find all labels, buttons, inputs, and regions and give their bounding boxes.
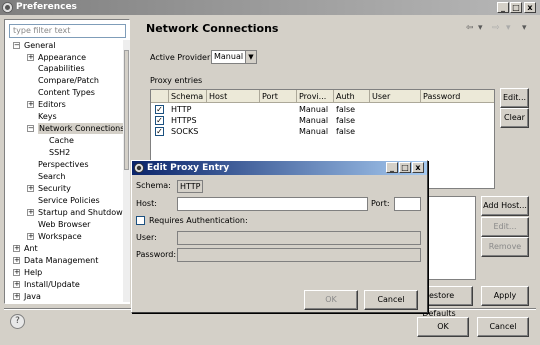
expand-icon[interactable]: +: [13, 293, 20, 300]
tree-item-network-connections[interactable]: − Network Connections: [27, 123, 123, 134]
minimize-button[interactable]: _: [497, 2, 509, 13]
expand-icon[interactable]: +: [27, 185, 34, 192]
column-header[interactable]: User: [370, 90, 421, 103]
dialog-title: Edit Proxy Entry: [147, 163, 230, 173]
user-input[interactable]: [177, 231, 421, 245]
collapse-icon[interactable]: −: [27, 125, 34, 132]
expand-icon[interactable]: +: [13, 257, 20, 264]
collapse-icon[interactable]: −: [13, 42, 20, 49]
active-provider-label: Active Provider:: [150, 53, 213, 62]
dialog-cancel-button[interactable]: Cancel: [364, 290, 418, 310]
column-header[interactable]: Host: [207, 90, 260, 103]
dialog-close-button[interactable]: x: [412, 162, 424, 173]
dialog-maximize-button[interactable]: □: [399, 162, 411, 173]
tree-item-perspectives[interactable]: Perspectives: [38, 159, 89, 170]
view-menu-icon[interactable]: ▾: [522, 23, 527, 33]
back-menu-icon[interactable]: ▾: [478, 23, 483, 33]
column-header[interactable]: Port: [260, 90, 297, 103]
row-checkbox[interactable]: ✓: [155, 116, 164, 125]
remove-host-button[interactable]: Remove: [481, 237, 529, 257]
add-host-button[interactable]: Add Host...: [481, 196, 529, 216]
forward-menu-icon[interactable]: ▾: [506, 23, 511, 33]
requires-auth-checkbox[interactable]: [136, 216, 145, 225]
forward-arrow-icon[interactable]: ⇨: [492, 23, 500, 33]
tree-item-keys[interactable]: Keys: [38, 111, 57, 122]
active-provider-select[interactable]: Manual ▼: [211, 50, 257, 64]
preference-tree: − General + Appearance Capabilities Comp…: [5, 40, 123, 302]
tree-item-search[interactable]: Search: [38, 171, 65, 182]
tree-item-compare-patch[interactable]: Compare/Patch: [38, 75, 99, 86]
row-checkbox[interactable]: ✓: [155, 105, 164, 114]
help-icon[interactable]: ?: [10, 314, 25, 329]
clear-proxy-button[interactable]: Clear: [500, 108, 529, 128]
window-title: Preferences: [16, 2, 77, 12]
expand-icon[interactable]: +: [27, 101, 34, 108]
host-label: Host:: [136, 199, 157, 208]
maximize-button[interactable]: □: [510, 2, 522, 13]
dialog-ok-button[interactable]: OK: [304, 290, 358, 310]
expand-icon[interactable]: +: [13, 269, 20, 276]
tree-item-service-policies[interactable]: Service Policies: [38, 195, 100, 206]
column-header[interactable]: Schema: [169, 90, 207, 103]
table-header: Schema Host Port Provi... Auth User Pass…: [151, 90, 494, 103]
scrollbar-thumb[interactable]: [124, 50, 129, 170]
edit-proxy-button[interactable]: Edit...: [500, 88, 529, 108]
proxy-bypass-list[interactable]: [428, 196, 476, 280]
host-input[interactable]: [177, 197, 368, 211]
password-label: Password:: [136, 250, 177, 259]
apply-button[interactable]: Apply: [481, 286, 529, 306]
tree-item-cache[interactable]: Cache: [49, 135, 74, 146]
tree-item-web-browser[interactable]: Web Browser: [38, 219, 90, 230]
column-header[interactable]: Password: [421, 90, 494, 103]
user-label: User:: [136, 233, 157, 242]
expand-icon[interactable]: +: [13, 245, 20, 252]
expand-icon[interactable]: +: [13, 281, 20, 288]
page-title: Network Connections: [146, 22, 279, 35]
filter-input[interactable]: type filter text: [9, 24, 126, 38]
table-row[interactable]: ✓ HTTP Manual false: [151, 104, 494, 115]
tree-item-ssh2[interactable]: SSH2: [49, 147, 70, 158]
table-row[interactable]: ✓ HTTPS Manual false: [151, 115, 494, 126]
expand-icon[interactable]: +: [27, 209, 34, 216]
tree-item-capabilities[interactable]: Capabilities: [38, 63, 85, 74]
expand-icon[interactable]: +: [27, 233, 34, 240]
chevron-down-icon: ▼: [245, 51, 256, 63]
proxy-entries-label: Proxy entries: [150, 76, 203, 85]
ok-button[interactable]: OK: [417, 317, 469, 337]
tree-scrollbar[interactable]: [123, 40, 130, 302]
eclipse-icon: [134, 163, 144, 173]
edit-proxy-entry-dialog: Edit Proxy Entry _ □ x Schema: HTTP Host…: [131, 160, 428, 313]
table-row[interactable]: ✓ SOCKS Manual false: [151, 126, 494, 137]
port-label: Port:: [371, 199, 390, 208]
tree-item-content-types[interactable]: Content Types: [38, 87, 95, 98]
preference-tree-panel: type filter text − General + Appearance …: [4, 19, 130, 304]
port-input[interactable]: [394, 197, 421, 211]
row-checkbox[interactable]: ✓: [155, 127, 164, 136]
password-input[interactable]: [177, 248, 421, 262]
column-header[interactable]: [151, 90, 169, 103]
eclipse-icon: [2, 2, 13, 13]
close-button[interactable]: x: [524, 2, 536, 13]
column-header[interactable]: Auth: [334, 90, 370, 103]
cancel-button[interactable]: Cancel: [477, 317, 529, 337]
schema-label: Schema:: [136, 181, 171, 190]
requires-auth-label: Requires Authentication:: [149, 216, 248, 225]
expand-icon[interactable]: +: [27, 54, 34, 61]
back-arrow-icon[interactable]: ⇦: [466, 23, 474, 33]
window-titlebar: Preferences _ □ x: [0, 0, 540, 15]
edit-host-button[interactable]: Edit...: [481, 217, 529, 237]
column-header[interactable]: Provi...: [297, 90, 334, 103]
dialog-minimize-button[interactable]: _: [386, 162, 398, 173]
dialog-titlebar: Edit Proxy Entry _ □ x: [132, 161, 427, 175]
schema-value: HTTP: [177, 180, 204, 193]
